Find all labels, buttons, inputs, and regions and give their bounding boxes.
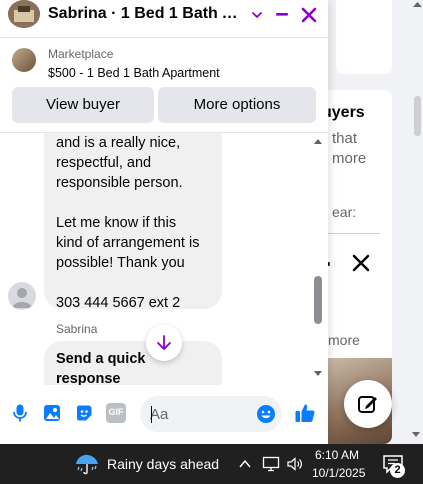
sender-avatar[interactable] [8,282,36,310]
chevron-down-icon[interactable] [250,8,264,22]
message-line: response [56,371,121,385]
message-line: possible! Thank you [56,255,185,271]
listing-thumbnail[interactable] [12,48,36,72]
minimize-icon[interactable] [272,4,292,24]
thumbs-up-icon[interactable] [294,402,316,424]
divider [0,37,328,38]
chat-scrollbar-thumb[interactable] [314,276,322,324]
listing-title[interactable]: $500 - 1 Bed 1 Bath Apartment [48,66,220,80]
close-icon[interactable] [298,4,320,26]
weather-widget-text[interactable]: Rainy days ahead [107,456,219,472]
network-icon[interactable] [262,456,280,472]
avatar[interactable] [8,0,40,28]
message-line: Let me know if this [56,215,177,231]
message-input-field[interactable] [140,396,282,432]
message-composer: GIF [0,392,328,436]
message-bubble[interactable]: Send a quick response [44,341,222,385]
clock-time[interactable]: 6:10 AM [315,448,359,462]
chat-scroll-down-icon[interactable] [313,368,323,378]
emoji-icon[interactable] [256,404,276,424]
notification-count-badge: 2 [390,463,405,478]
photo-icon[interactable] [42,403,62,423]
sender-name: Sabrina [56,322,98,336]
page-scroll-up-icon[interactable] [412,0,423,8]
message-line: responsible person. [56,175,183,191]
default-avatar-icon [12,288,32,308]
phone-number[interactable]: 303 444 5667 ext 2 [56,293,180,313]
close-icon[interactable] [350,252,372,274]
message-bubble[interactable]: and is a really nice, respectful, and re… [44,133,222,311]
background-text: that [332,130,358,147]
listing-label: Marketplace [48,47,114,61]
view-buyer-button[interactable]: View buyer [12,87,154,123]
sticker-icon[interactable] [74,403,94,423]
volume-icon[interactable] [286,456,304,472]
chat-title[interactable]: Sabrina · 1 Bed 1 Bath Apartment [48,5,248,23]
more-options-button[interactable]: More options [158,87,316,123]
avatar-photo [8,0,40,28]
text-caret [151,406,152,423]
message-input[interactable] [150,396,246,432]
chevron-up-icon[interactable] [238,457,252,471]
gif-label: GIF [108,407,124,417]
background-text[interactable]: more [332,150,366,167]
gif-icon[interactable]: GIF [106,403,126,423]
see-more-link[interactable]: more [328,332,360,348]
message-line: Send a quick [56,351,146,367]
message-list[interactable]: and is a really nice, respectful, and re… [0,133,310,385]
chat-scroll-up-icon[interactable] [313,136,323,146]
scroll-to-bottom-button[interactable] [146,325,182,361]
taskbar: Rainy days ahead 6:10 AM 10/1/2025 2 [0,444,423,484]
rain-umbrella-icon[interactable] [74,452,100,476]
background-heading: uyers [322,104,365,121]
chat-window: Sabrina · 1 Bed 1 Bath Apartment Marketp… [0,0,328,444]
background-text: ear: [332,204,357,220]
microphone-icon[interactable] [10,403,30,423]
arrow-down-icon [157,335,171,350]
compose-icon [358,396,377,413]
message-line: respectful, and [56,155,152,171]
background-card-top [336,0,392,74]
page-scroll-down-icon[interactable] [410,428,422,440]
clock-date[interactable]: 10/1/2025 [312,466,365,480]
message-line: kind of arrangement is [56,235,200,251]
new-message-button[interactable] [344,380,392,428]
chat-header[interactable]: Sabrina · 1 Bed 1 Bath Apartment [0,0,328,36]
page-scrollbar-thumb[interactable] [414,96,421,136]
message-line: and is a really nice, [56,135,181,151]
